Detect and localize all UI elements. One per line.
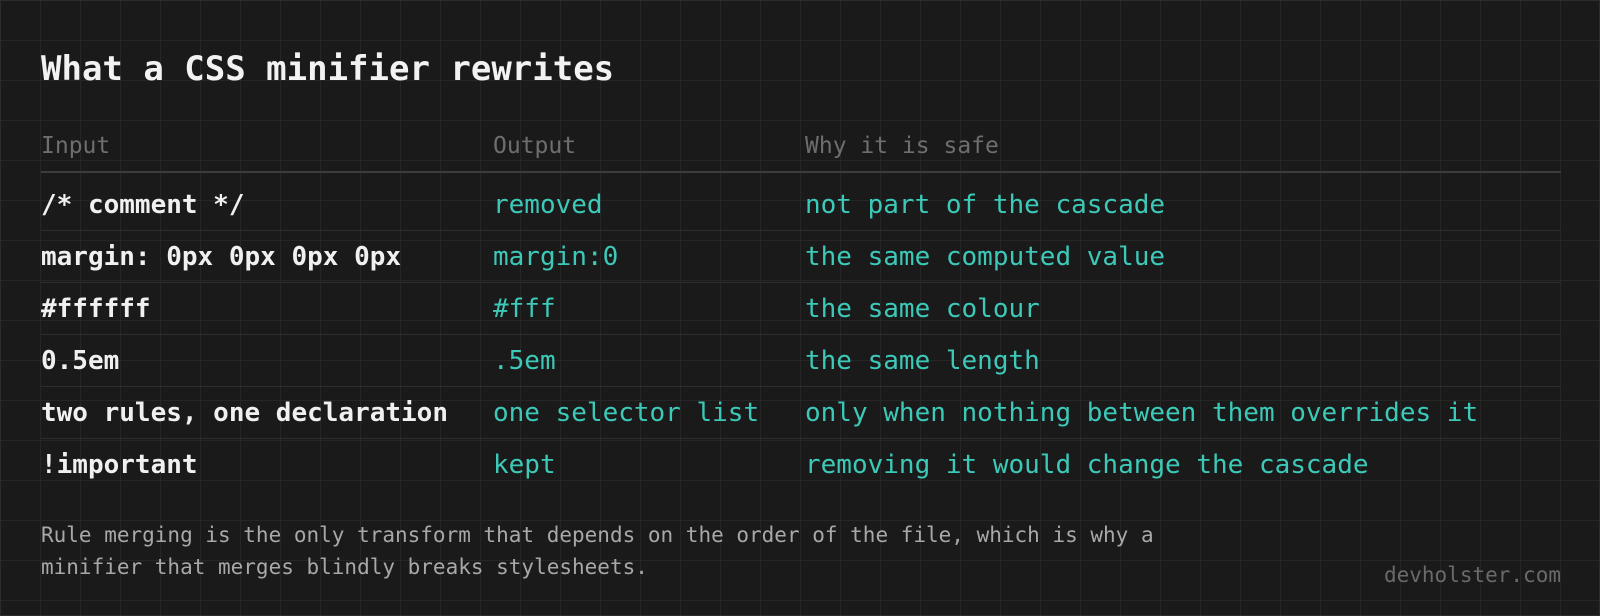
footnote: Rule merging is the only transform that …: [41, 523, 1154, 579]
rewrite-table: Input Output Why it is safe /* comment *…: [41, 121, 1561, 490]
column-header-input: Input: [41, 133, 111, 159]
why-cell: the same colour: [805, 293, 1040, 324]
column-header-why: Why it is safe: [805, 133, 999, 159]
why-cell: removing it would change the cascade: [805, 449, 1369, 480]
output-cell: margin:0: [493, 241, 619, 272]
table-row: !important kept removing it would change…: [41, 439, 1561, 490]
input-cell: /* comment */: [41, 189, 245, 220]
site-credit: devholster.com: [1383, 563, 1561, 587]
input-cell: margin: 0px 0px 0px 0px: [41, 241, 402, 272]
why-cell: only when nothing between them overrides…: [805, 397, 1479, 428]
table-header: Input Output Why it is safe: [41, 121, 1561, 173]
table-row: /* comment */ removed not part of the ca…: [41, 179, 1561, 231]
card: What a CSS minifier rewrites Input Outpu…: [0, 0, 1600, 616]
table-row: #ffffff #fff the same colour: [41, 283, 1561, 335]
output-cell: #fff: [493, 293, 556, 324]
column-header-output: Output: [493, 133, 577, 159]
output-cell: kept: [493, 449, 556, 480]
table-body: /* comment */ removed not part of the ca…: [41, 173, 1561, 490]
page-title: What a CSS minifier rewrites: [41, 49, 615, 89]
table-row: two rules, one declaration one selector …: [41, 387, 1561, 439]
table-row: margin: 0px 0px 0px 0px margin:0 the sam…: [41, 231, 1561, 283]
why-cell: the same computed value: [805, 241, 1166, 272]
output-cell: one selector list: [493, 397, 760, 428]
input-cell: !important: [41, 449, 198, 480]
output-cell: .5em: [493, 345, 556, 376]
output-cell: removed: [493, 189, 603, 220]
input-cell: #ffffff: [41, 293, 151, 324]
why-cell: not part of the cascade: [805, 189, 1166, 220]
why-cell: the same length: [805, 345, 1040, 376]
input-cell: 0.5em: [41, 345, 120, 376]
table-row: 0.5em .5em the same length: [41, 335, 1561, 387]
input-cell: two rules, one declaration: [41, 397, 448, 428]
